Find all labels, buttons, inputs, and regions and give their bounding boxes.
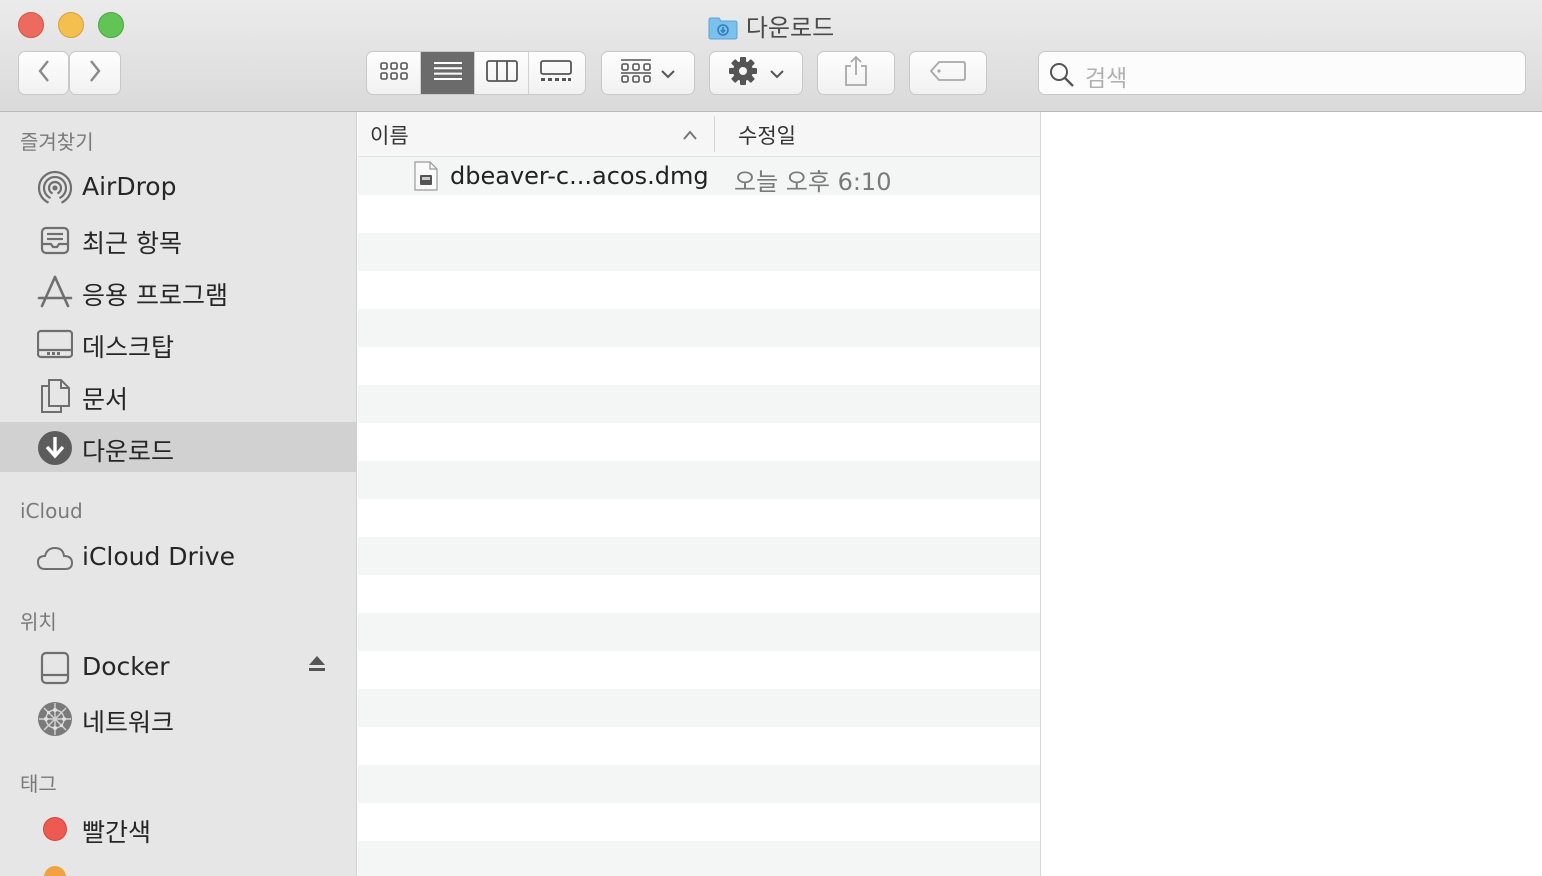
red-tag-icon — [37, 812, 73, 846]
sidebar-item-icloud-drive[interactable]: iCloud Drive — [0, 532, 356, 582]
window-title: 다운로드 — [745, 14, 835, 42]
sidebar-item-label: 응용 프로그램 — [82, 281, 228, 310]
empty-row — [358, 461, 1040, 499]
view-mode-control — [366, 51, 586, 95]
file-list: 이름 수정일 dbeaver-c...acos.dmg 오늘 오후 6:10 — [358, 112, 1040, 876]
forward-button[interactable] — [69, 51, 121, 95]
desktop-icon — [37, 327, 73, 361]
empty-row — [358, 613, 1040, 651]
search-icon — [1049, 62, 1075, 92]
column-view-button[interactable] — [475, 52, 529, 94]
empty-row — [358, 803, 1040, 841]
chevron-down-icon — [770, 64, 784, 83]
window-title-area: 다운로드 — [0, 8, 1542, 46]
chevron-right-icon — [88, 59, 102, 87]
empty-row — [358, 765, 1040, 803]
sort-ascending-icon — [682, 126, 698, 145]
sidebar-item-documents[interactable]: 문서 — [0, 370, 356, 420]
tag-color-dot — [43, 817, 67, 841]
search-placeholder: 검색 — [1085, 66, 1128, 92]
sidebar-item-label: AirDrop — [82, 172, 177, 201]
empty-row — [358, 689, 1040, 727]
sidebar-item-downloads[interactable]: 다운로드 — [0, 422, 356, 472]
sidebar-section-favorites: 즐겨찾기 — [20, 130, 94, 154]
name-column-header[interactable]: 이름 — [370, 120, 409, 150]
empty-row — [358, 423, 1040, 461]
sidebar-item-recents[interactable]: 최근 항목 — [0, 214, 356, 264]
edit-tags-button[interactable] — [909, 51, 987, 95]
column-header: 이름 수정일 — [358, 112, 1040, 157]
finder-window: 다운로드 검색 즐겨찾기 AirDrop 최근 항목 응용 프로그램 데스크탑 … — [0, 0, 1542, 876]
icon-view-button[interactable] — [367, 52, 421, 94]
empty-row — [358, 499, 1040, 537]
downloads-folder-icon — [708, 16, 738, 46]
file-name: dbeaver-c...acos.dmg — [450, 162, 709, 190]
applications-icon — [37, 275, 73, 309]
sidebar: 즐겨찾기 AirDrop 최근 항목 응용 프로그램 데스크탑 문서 다운로드 … — [0, 112, 357, 876]
action-menu-button[interactable] — [709, 51, 803, 95]
column-view-icon — [485, 60, 518, 86]
partial-tag-dot-icon — [44, 866, 66, 876]
empty-row — [358, 195, 1040, 233]
sidebar-item-label: 빨간색 — [82, 818, 152, 847]
share-icon — [843, 55, 869, 91]
airdrop-icon — [37, 170, 73, 206]
icon-view-icon — [379, 61, 408, 85]
documents-icon — [37, 379, 73, 413]
preview-pane — [1040, 112, 1542, 876]
cloud-icon — [37, 541, 73, 575]
back-button[interactable] — [18, 51, 69, 95]
sidebar-item-applications[interactable]: 응용 프로그램 — [0, 266, 356, 316]
chevron-left-icon — [37, 59, 51, 87]
disk-icon — [37, 651, 73, 685]
gallery-view-icon — [539, 60, 572, 86]
empty-row — [358, 575, 1040, 613]
file-modified-date: 오늘 오후 6:10 — [734, 168, 892, 196]
gear-icon — [728, 56, 758, 90]
toolbar: 다운로드 검색 — [0, 0, 1542, 112]
gallery-view-button[interactable] — [529, 52, 582, 94]
dmg-file-icon — [414, 161, 438, 195]
sidebar-item-airdrop[interactable]: AirDrop — [0, 162, 356, 212]
empty-row — [358, 233, 1040, 271]
empty-row — [358, 309, 1040, 347]
sidebar-item-desktop[interactable]: 데스크탑 — [0, 318, 356, 368]
sidebar-item-label: 문서 — [82, 385, 129, 414]
sidebar-item-label: Docker — [82, 652, 170, 681]
sidebar-item-network[interactable]: 네트워크 — [0, 693, 356, 743]
sidebar-section-tags: 태그 — [20, 772, 57, 796]
file-rows: dbeaver-c...acos.dmg 오늘 오후 6:10 — [358, 157, 1040, 876]
sidebar-item-label: 네트워크 — [82, 708, 175, 737]
share-button[interactable] — [817, 51, 895, 95]
downloads-icon — [37, 431, 73, 465]
sidebar-section-locations: 위치 — [20, 610, 57, 634]
tag-icon — [929, 61, 966, 85]
sidebar-item-label: 데스크탑 — [82, 333, 175, 362]
empty-row — [358, 651, 1040, 689]
sidebar-item-label: 최근 항목 — [82, 229, 182, 258]
list-view-button[interactable] — [421, 52, 475, 94]
recents-icon — [37, 223, 73, 257]
chevron-down-icon — [661, 64, 675, 83]
empty-row — [358, 841, 1040, 876]
sidebar-item-label: iCloud Drive — [82, 542, 235, 571]
empty-row — [358, 385, 1040, 423]
sidebar-section-icloud: iCloud — [20, 499, 83, 523]
network-icon — [37, 702, 73, 736]
list-view-icon — [433, 61, 462, 85]
group-by-button[interactable] — [601, 51, 695, 95]
sidebar-item-label: 다운로드 — [82, 437, 175, 466]
search-field[interactable]: 검색 — [1038, 51, 1526, 95]
table-row[interactable]: dbeaver-c...acos.dmg 오늘 오후 6:10 — [358, 157, 1040, 196]
empty-row — [358, 271, 1040, 309]
eject-icon[interactable] — [308, 655, 326, 677]
column-divider[interactable] — [714, 116, 715, 152]
empty-row — [358, 727, 1040, 765]
sidebar-item-docker[interactable]: Docker — [0, 642, 356, 692]
empty-row — [358, 537, 1040, 575]
empty-row — [358, 347, 1040, 385]
group-grid-icon — [621, 58, 651, 88]
sidebar-item-tag-red[interactable]: 빨간색 — [0, 803, 356, 853]
modified-column-header[interactable]: 수정일 — [738, 120, 796, 150]
